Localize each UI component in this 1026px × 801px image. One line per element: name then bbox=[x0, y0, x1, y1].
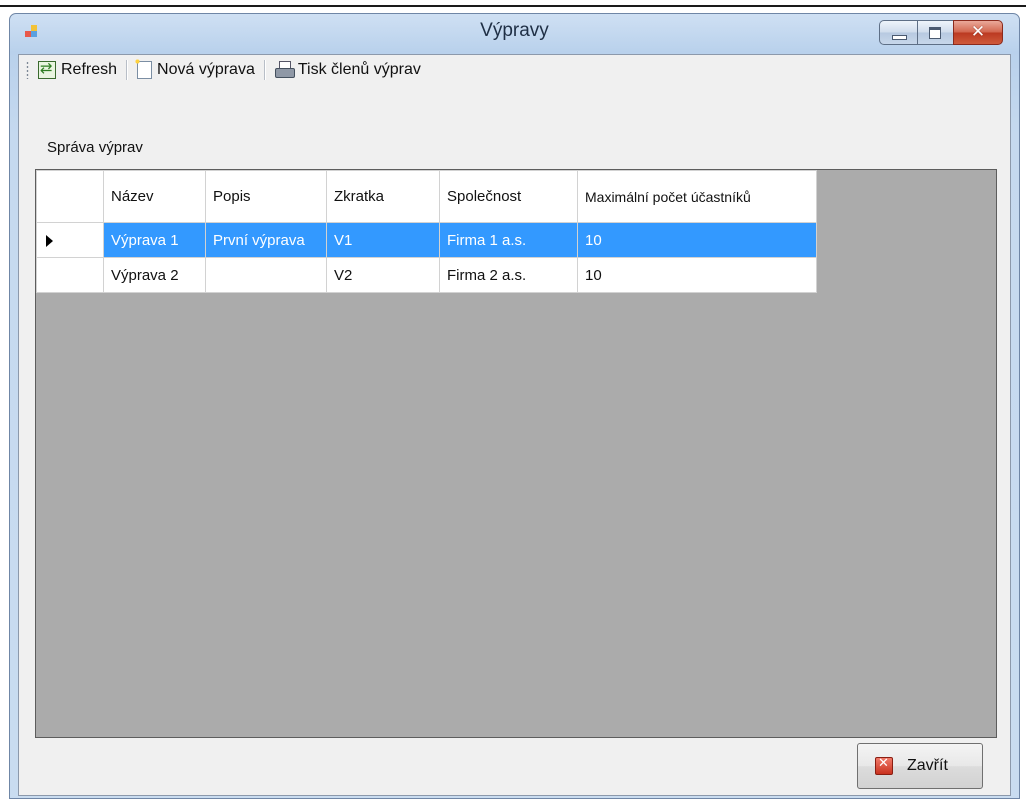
toolbar: Refresh Nová výprava Tisk členů výprav bbox=[19, 55, 1010, 85]
minimize-button[interactable] bbox=[879, 20, 917, 45]
toolbar-separator bbox=[263, 60, 266, 80]
printer-icon bbox=[274, 61, 295, 79]
close-icon bbox=[875, 756, 893, 775]
close-window-button[interactable]: ✕ bbox=[953, 20, 1003, 45]
cell-spolecnost[interactable]: Firma 1 a.s. bbox=[439, 222, 578, 258]
refresh-label: Refresh bbox=[61, 61, 118, 78]
window-title: Výpravy bbox=[480, 20, 549, 41]
current-row-arrow-icon bbox=[46, 234, 53, 247]
column-header-popis[interactable]: Popis bbox=[205, 170, 327, 223]
top-border-line bbox=[0, 5, 1026, 7]
refresh-button[interactable]: Refresh bbox=[35, 58, 120, 82]
title-bar[interactable]: Výpravy ✕ bbox=[10, 14, 1019, 54]
section-label: Správa výprav bbox=[47, 139, 143, 156]
cell-popis[interactable]: První výprava bbox=[205, 222, 327, 258]
client-area: Refresh Nová výprava Tisk členů výprav S… bbox=[18, 54, 1011, 796]
cell-zkratka[interactable]: V1 bbox=[326, 222, 440, 258]
new-expedition-button[interactable]: Nová výprava bbox=[134, 58, 258, 82]
cell-spolecnost[interactable]: Firma 2 a.s. bbox=[439, 257, 578, 293]
new-expedition-label: Nová výprava bbox=[157, 61, 255, 78]
column-header-zkratka[interactable]: Zkratka bbox=[326, 170, 440, 223]
print-members-label: Tisk členů výprav bbox=[297, 61, 421, 78]
toolbar-grip[interactable] bbox=[26, 61, 29, 79]
cell-popis[interactable] bbox=[205, 257, 327, 293]
refresh-icon bbox=[38, 59, 56, 79]
row-header-corner[interactable] bbox=[36, 170, 104, 223]
header-row: Název Popis Zkratka Společnost Maximální… bbox=[36, 170, 817, 223]
cell-nazev[interactable]: Výprava 2 bbox=[103, 257, 206, 293]
maximize-button[interactable] bbox=[917, 20, 953, 45]
grid-table: Název Popis Zkratka Společnost Maximální… bbox=[36, 170, 817, 293]
cell-max-ucastniku[interactable]: 10 bbox=[577, 222, 817, 258]
new-document-icon bbox=[134, 58, 153, 79]
toolbar-separator bbox=[126, 60, 129, 80]
cell-max-ucastniku[interactable]: 10 bbox=[577, 257, 817, 293]
table-row[interactable]: Výprava 1 První výprava V1 Firma 1 a.s. … bbox=[36, 222, 817, 258]
cell-nazev[interactable]: Výprava 1 bbox=[103, 222, 206, 258]
column-header-max-ucastniku[interactable]: Maximální počet účastníků bbox=[577, 170, 817, 223]
row-header[interactable] bbox=[36, 257, 104, 293]
close-button[interactable]: Zavřít bbox=[857, 743, 983, 789]
main-window: Výpravy ✕ Refresh Nová výprava bbox=[9, 13, 1020, 799]
row-header[interactable] bbox=[36, 222, 104, 258]
close-button-label: Zavřít bbox=[907, 757, 948, 774]
table-row[interactable]: Výprava 2 V2 Firma 2 a.s. 10 bbox=[36, 257, 817, 293]
window-controls: ✕ bbox=[879, 20, 1003, 46]
cell-zkratka[interactable]: V2 bbox=[326, 257, 440, 293]
expeditions-grid[interactable]: Název Popis Zkratka Společnost Maximální… bbox=[35, 169, 997, 738]
column-header-spolecnost[interactable]: Společnost bbox=[439, 170, 578, 223]
print-members-button[interactable]: Tisk členů výprav bbox=[272, 58, 424, 82]
close-icon: ✕ bbox=[970, 22, 986, 42]
column-header-nazev[interactable]: Název bbox=[103, 170, 206, 223]
